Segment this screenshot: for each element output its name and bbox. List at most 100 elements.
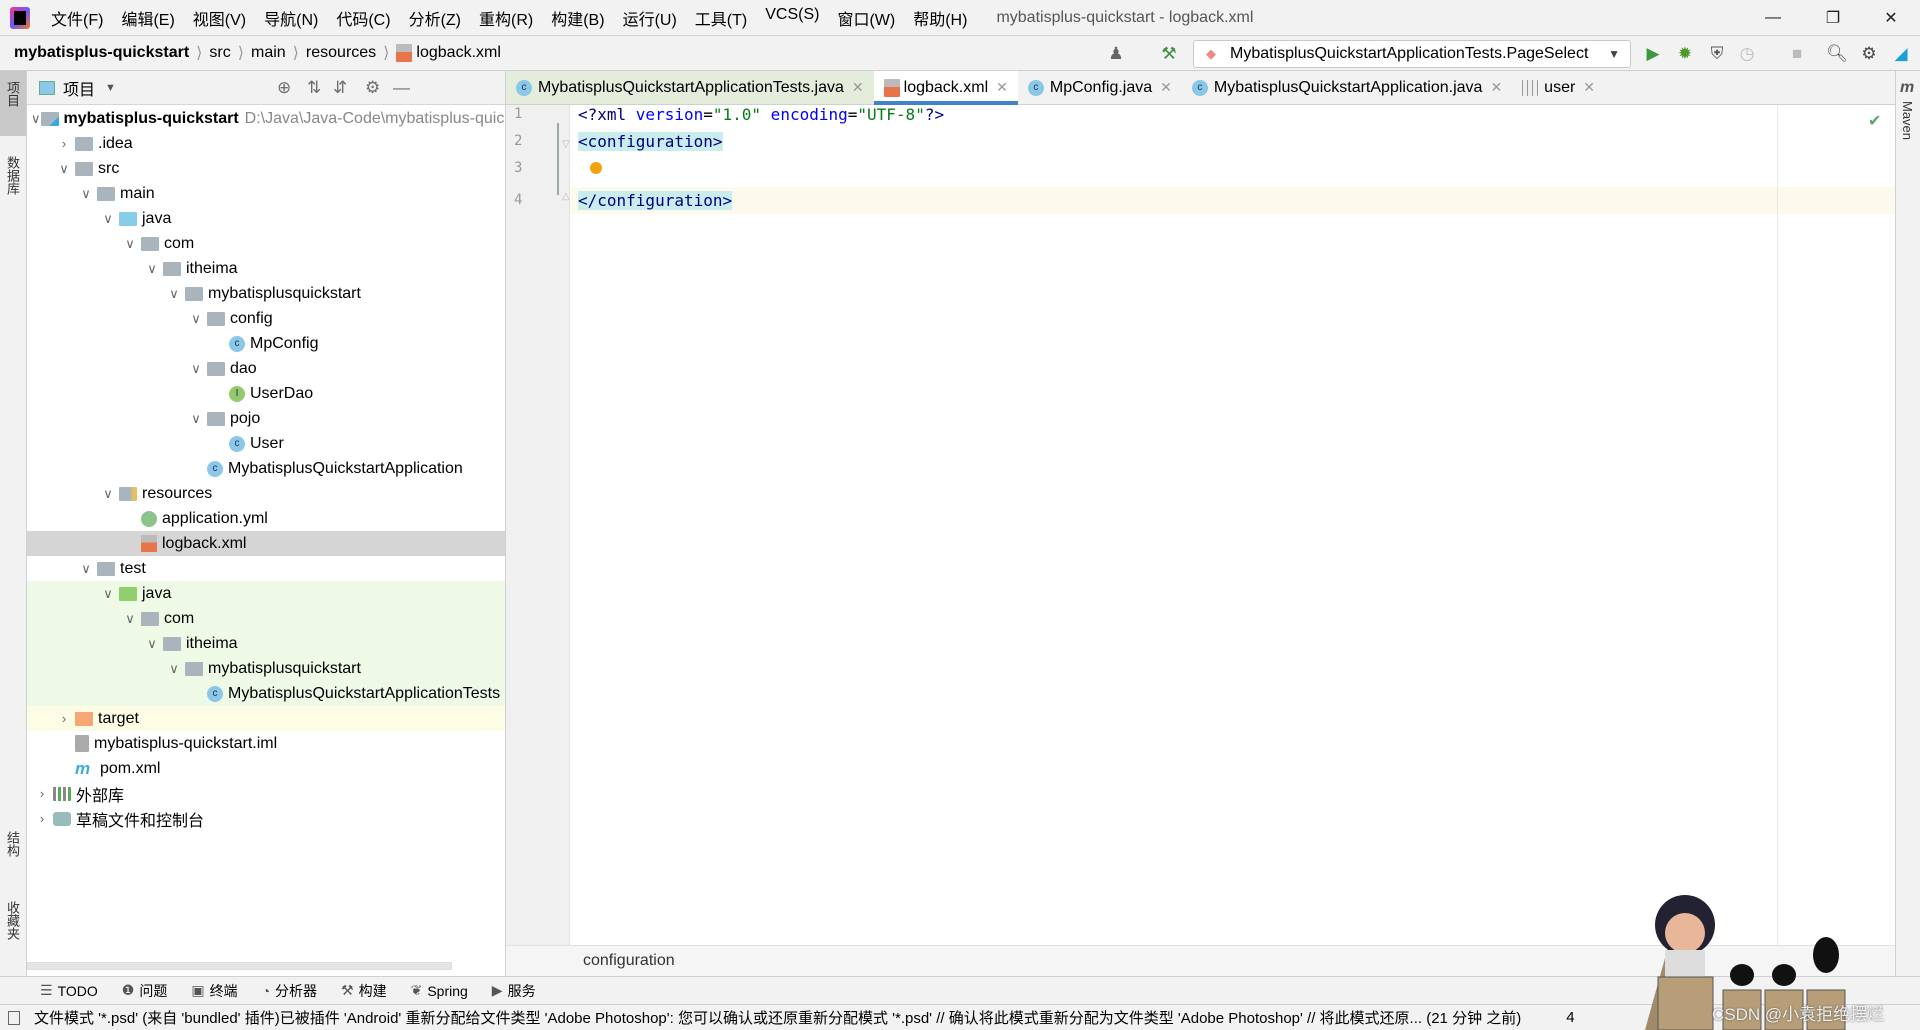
editor-tab[interactable]: user ✕: [1512, 71, 1605, 104]
tree-item[interactable]: › 外部库: [27, 781, 505, 806]
tree-item[interactable]: ∨ java: [27, 581, 505, 606]
breadcrumb-resources[interactable]: resources: [306, 44, 376, 62]
tool-window-button[interactable]: ▣ 终端: [191, 981, 237, 1001]
maven-tool-button[interactable]: Maven: [1900, 101, 1915, 140]
chevron-down-icon[interactable]: ∨: [119, 611, 141, 627]
build-hammer-icon[interactable]: ⚒: [1158, 43, 1180, 65]
chevron-down-icon[interactable]: ∨: [53, 161, 75, 177]
chevron-right-icon[interactable]: ›: [31, 811, 53, 826]
hide-panel-icon[interactable]: —: [393, 78, 410, 98]
breadcrumb-file[interactable]: logback.xml: [416, 44, 500, 62]
chevron-down-icon[interactable]: ∨: [141, 636, 163, 652]
chevron-down-icon[interactable]: ▼: [105, 82, 116, 94]
code-editor[interactable]: 1 2 3 4 ▽ △ <?xml version="1.0" encoding…: [506, 105, 1895, 945]
chevron-down-icon[interactable]: ∨: [185, 411, 207, 427]
chevron-down-icon[interactable]: ∨: [163, 286, 185, 302]
menu-item[interactable]: 构建(B): [542, 6, 613, 30]
close-tab-icon[interactable]: ✕: [996, 79, 1008, 96]
menu-item[interactable]: 视图(V): [184, 6, 255, 30]
close-tab-icon[interactable]: ✕: [1490, 79, 1502, 96]
tree-item[interactable]: ∨ test: [27, 556, 505, 581]
tree-item[interactable]: ∨ mybatisplus-quickstart D:\Java\Java-Code…: [27, 106, 505, 131]
tree-item[interactable]: ∨ main: [27, 181, 505, 206]
breadcrumb-src[interactable]: src: [209, 44, 230, 62]
tree-item[interactable]: ∨ resources: [27, 481, 505, 506]
editor-tab[interactable]: logback.xml ✕: [873, 71, 1019, 105]
menu-item[interactable]: 导航(N): [255, 6, 327, 30]
close-tab-icon[interactable]: ✕: [1583, 79, 1595, 96]
close-window-button[interactable]: ✕: [1868, 0, 1914, 35]
tree-item[interactable]: ∨ com: [27, 606, 505, 631]
search-icon[interactable]: 🔍︎: [1826, 43, 1848, 65]
tool-window-button[interactable]: ▶ 服务: [492, 981, 536, 1001]
tree-item[interactable]: mybatisplus-quickstart.iml: [27, 731, 505, 756]
user-icon[interactable]: ♟: [1105, 43, 1127, 65]
tool-window-button[interactable]: ⚒ 构建: [341, 981, 387, 1001]
tree-item[interactable]: c MybatisplusQuickstartApplicationTests: [27, 681, 505, 706]
status-message[interactable]: 文件模式 '*.psd' (来自 'bundled' 插件)已被插件 'Andr…: [34, 1007, 1521, 1028]
restore-button[interactable]: ❐: [1810, 0, 1856, 35]
tree-item[interactable]: c User: [27, 431, 505, 456]
chevron-down-icon[interactable]: ∨: [163, 661, 185, 677]
inspection-ok-check-icon[interactable]: ✔: [1868, 111, 1881, 131]
tree-item[interactable]: logback.xml: [27, 531, 505, 556]
chevron-down-icon[interactable]: ∨: [97, 486, 119, 502]
tree-item[interactable]: ∨ dao: [27, 356, 505, 381]
tool-window-button[interactable]: ❶ 问题: [122, 981, 168, 1001]
toolbox-icon[interactable]: ◢: [1890, 43, 1912, 65]
menu-item[interactable]: 运行(U): [614, 6, 686, 30]
chevron-down-icon[interactable]: ∨: [75, 561, 97, 577]
run-configuration-select[interactable]: ◆ MybatisplusQuickstartApplicationTests.…: [1193, 40, 1631, 68]
menu-item[interactable]: 窗口(W): [828, 6, 904, 30]
status-toggle-icon[interactable]: [8, 1010, 20, 1025]
chevron-right-icon[interactable]: ›: [53, 136, 75, 151]
fold-icon[interactable]: △: [562, 191, 570, 202]
minimize-button[interactable]: —: [1750, 0, 1796, 35]
menu-item[interactable]: 文件(F): [42, 6, 112, 30]
chevron-right-icon[interactable]: ›: [53, 711, 75, 726]
menu-item[interactable]: 帮助(H): [904, 6, 976, 30]
menu-item[interactable]: VCS(S): [756, 6, 828, 30]
menu-item[interactable]: 代码(C): [327, 6, 399, 30]
menu-item[interactable]: 重构(R): [470, 6, 542, 30]
tool-window-button[interactable]: ☰ TODO: [40, 982, 98, 999]
locate-icon[interactable]: ⊕: [277, 78, 291, 98]
chevron-down-icon[interactable]: ∨: [97, 211, 119, 227]
intention-bulb-icon[interactable]: [590, 162, 602, 174]
close-tab-icon[interactable]: ✕: [852, 79, 864, 96]
project-view-select[interactable]: 项目: [63, 76, 95, 100]
tree-item[interactable]: ∨ java: [27, 206, 505, 231]
fold-icon[interactable]: ▽: [562, 139, 570, 150]
chevron-right-icon[interactable]: ›: [31, 786, 53, 801]
tree-item[interactable]: ∨ src: [27, 156, 505, 181]
collapse-all-icon[interactable]: ⇵: [333, 78, 347, 98]
chevron-down-icon[interactable]: ∨: [185, 361, 207, 377]
tree-item[interactable]: I UserDao: [27, 381, 505, 406]
chevron-down-icon[interactable]: ∨: [75, 186, 97, 202]
tree-item[interactable]: ∨ itheima: [27, 631, 505, 656]
database-tool-button[interactable]: 数据库: [3, 156, 22, 195]
run-icon[interactable]: ▶: [1642, 43, 1664, 65]
breadcrumb-main[interactable]: main: [251, 44, 286, 62]
tree-item[interactable]: ∨ mybatisplusquickstart: [27, 656, 505, 681]
chevron-down-icon[interactable]: ∨: [185, 311, 207, 327]
horizontal-scrollbar[interactable]: [27, 962, 452, 970]
structure-tool-button[interactable]: 结构: [3, 831, 22, 857]
coverage-icon[interactable]: ⛨: [1706, 43, 1728, 65]
menu-item[interactable]: 编辑(E): [112, 6, 183, 30]
stop-icon[interactable]: ■: [1786, 43, 1808, 65]
chevron-down-icon[interactable]: ∨: [119, 236, 141, 252]
settings-gear-icon[interactable]: ⚙: [365, 78, 380, 98]
tree-item[interactable]: m pom.xml: [27, 756, 505, 781]
tool-window-button[interactable]: ◔ 分析器: [262, 981, 317, 1001]
editor-tab[interactable]: c MpConfig.java ✕: [1018, 71, 1182, 104]
editor-tab[interactable]: c MybatisplusQuickstartApplication.java ✕: [1182, 71, 1512, 104]
expand-all-icon[interactable]: ⇅: [307, 78, 321, 98]
tree-item[interactable]: ∨ pojo: [27, 406, 505, 431]
tree-item[interactable]: ∨ itheima: [27, 256, 505, 281]
tree-item[interactable]: › target: [27, 706, 505, 731]
menu-item[interactable]: 分析(Z): [400, 6, 470, 30]
breadcrumb-project[interactable]: mybatisplus-quickstart: [14, 44, 189, 62]
menu-item[interactable]: 工具(T): [686, 6, 756, 30]
close-tab-icon[interactable]: ✕: [1160, 79, 1172, 96]
